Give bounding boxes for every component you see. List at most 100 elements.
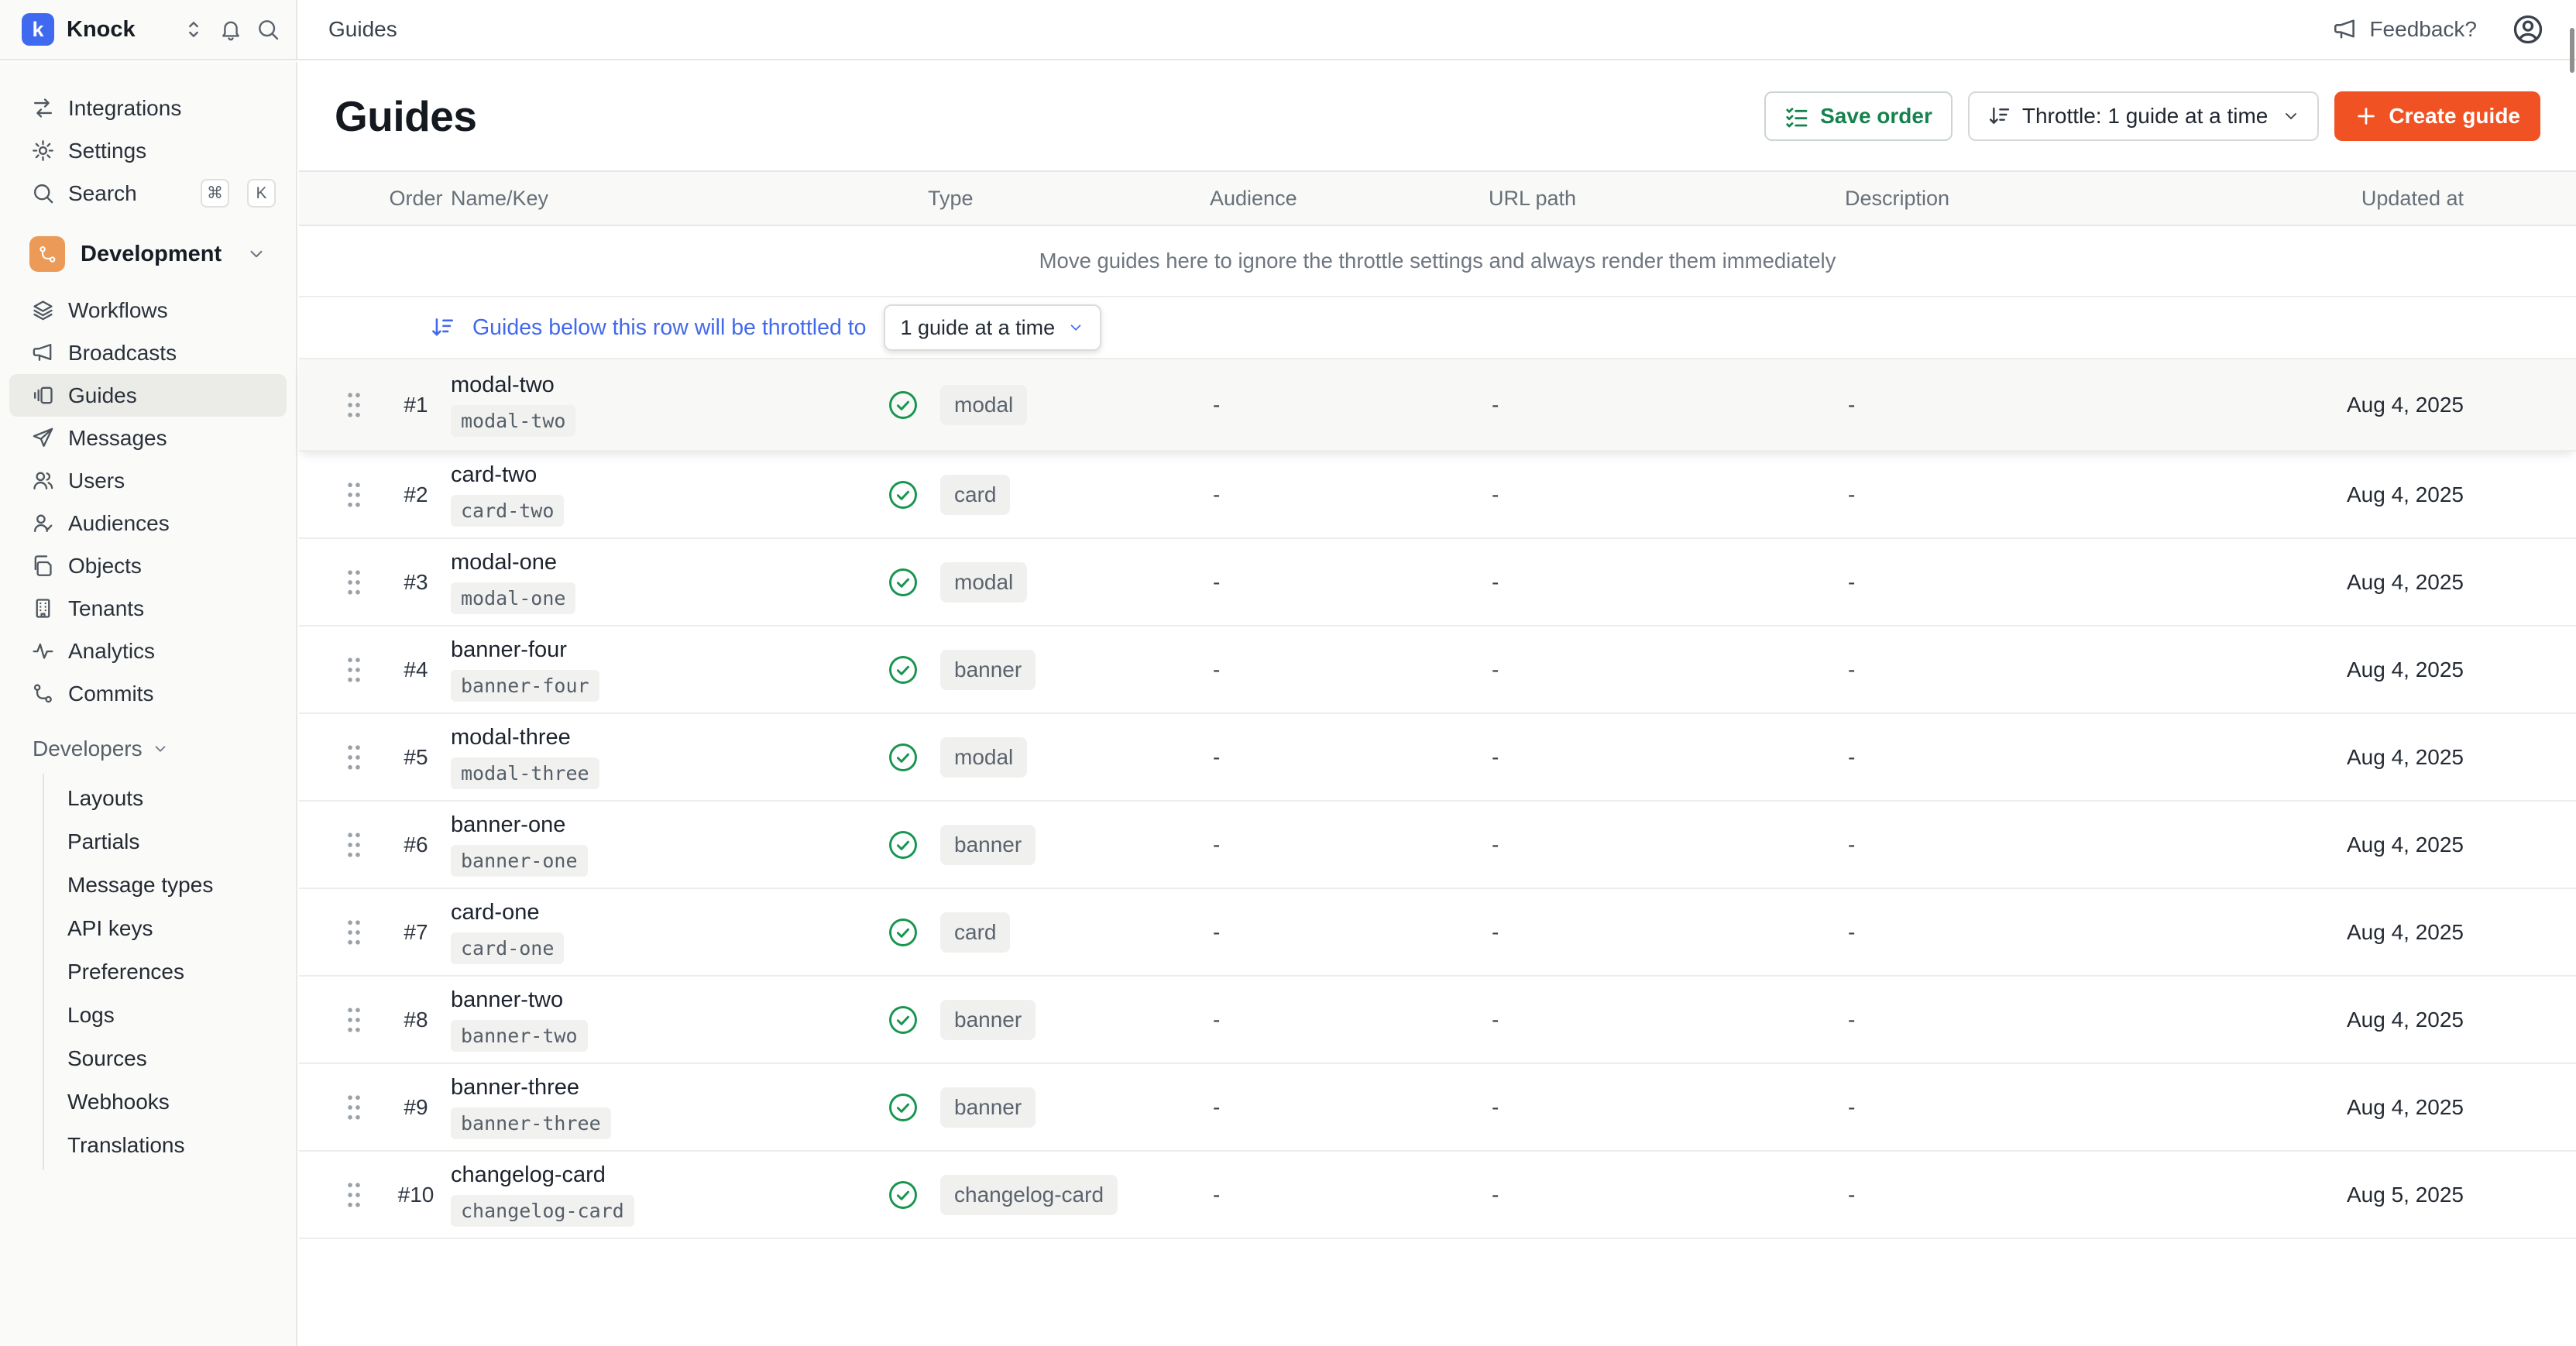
main-content: Guides Save order Throttle: 1 guide at a… [299, 62, 2576, 1346]
environment-switcher[interactable]: Development [9, 230, 287, 278]
search-icon[interactable] [256, 17, 280, 42]
drag-handle-icon[interactable] [341, 742, 367, 773]
chevron-down-icon [1067, 319, 1084, 336]
guide-row[interactable]: #1 modal-two modal-two modal - - - Aug 4… [299, 359, 2576, 452]
developers-group-toggle[interactable]: Developers [0, 729, 296, 769]
guide-row[interactable]: #6 banner-one banner-one banner - - - Au… [299, 802, 2576, 889]
sidebar-item-icon [31, 554, 55, 578]
sidebar-subitem[interactable]: API keys [44, 907, 296, 950]
guide-row[interactable]: #9 banner-three banner-three banner - - … [299, 1064, 2576, 1152]
sidebar-item[interactable]: Audiences [9, 502, 287, 544]
guide-key-badge: banner-three [451, 1107, 611, 1139]
knock-logo[interactable]: k [22, 13, 54, 46]
user-avatar-icon[interactable] [2511, 12, 2545, 46]
sidebar-item[interactable]: Broadcasts [9, 331, 287, 374]
guide-name[interactable]: card-one [451, 900, 539, 925]
guide-name[interactable]: card-two [451, 462, 537, 488]
drag-handle-icon[interactable] [341, 917, 367, 948]
sidebar-subitem[interactable]: Layouts [44, 777, 296, 820]
guide-row[interactable]: #10 changelog-card changelog-card change… [299, 1152, 2576, 1239]
guide-name[interactable]: banner-four [451, 637, 567, 663]
guide-order: #9 [381, 1095, 451, 1120]
sidebar-item-settings[interactable]: Settings [9, 129, 287, 172]
guide-url-path: - [1473, 570, 1829, 595]
guide-name[interactable]: banner-three [451, 1075, 579, 1100]
search-icon [31, 181, 55, 205]
plus-icon [2354, 105, 2378, 128]
guide-row[interactable]: #3 modal-one modal-one modal - - - Aug 4… [299, 539, 2576, 627]
workspace-switcher-icon[interactable] [181, 17, 206, 42]
sidebar-subitem[interactable]: Message types [44, 864, 296, 907]
drag-handle-icon[interactable] [341, 829, 367, 860]
sidebar-item[interactable]: Analytics [9, 630, 287, 672]
sidebar-item-label: Settings [68, 139, 146, 163]
sidebar-item[interactable]: Tenants [9, 587, 287, 630]
sidebar-subitem-label: Layouts [67, 786, 143, 811]
workspace-name: Knock [67, 17, 169, 43]
guide-name[interactable]: banner-one [451, 812, 565, 838]
breadcrumb[interactable]: Guides [328, 17, 397, 42]
developers-group-label: Developers [33, 737, 143, 761]
guide-row[interactable]: #7 card-one card-one card - - - Aug 4, 2… [299, 889, 2576, 977]
drag-handle-icon[interactable] [341, 1179, 367, 1210]
throttle-divider-row: Guides below this row will be throttled … [299, 297, 2576, 359]
sidebar-item[interactable]: Guides [9, 374, 287, 417]
status-check-circle-icon [886, 1003, 920, 1037]
environment-name: Development [81, 242, 231, 267]
guide-row[interactable]: #2 card-two card-two card - - - Aug 4, 2… [299, 452, 2576, 539]
sidebar-item[interactable]: Messages [9, 417, 287, 459]
drag-handle-icon[interactable] [341, 654, 367, 685]
drag-handle-icon[interactable] [341, 1004, 367, 1035]
guide-description: - [1829, 833, 2186, 857]
guide-name-cell: modal-one modal-one [451, 550, 877, 614]
notifications-bell-icon[interactable] [218, 17, 243, 42]
drag-handle-icon[interactable] [341, 1092, 367, 1123]
sidebar-item[interactable]: Objects [9, 544, 287, 587]
guide-row[interactable]: #4 banner-four banner-four banner - - - … [299, 627, 2576, 714]
guide-order: #7 [381, 920, 451, 945]
guide-audience: - [1194, 570, 1473, 595]
drag-handle-icon[interactable] [341, 390, 367, 421]
guide-order: #5 [381, 745, 451, 770]
developers-sub-nav: Layouts Partials Message types API keys … [43, 774, 296, 1170]
guide-updated-at: Aug 4, 2025 [2186, 833, 2576, 857]
guide-type-cell: banner [877, 825, 1194, 865]
guide-updated-at: Aug 4, 2025 [2186, 393, 2576, 417]
sidebar-item[interactable]: Commits [9, 672, 287, 715]
sidebar-subitem[interactable]: Translations [44, 1124, 296, 1167]
sidebar-subitem[interactable]: Sources [44, 1037, 296, 1080]
sidebar-subitem[interactable]: Webhooks [44, 1080, 296, 1124]
guides-table: Order Name/Key Type Audience URL path De… [299, 170, 2576, 1239]
save-order-button[interactable]: Save order [1764, 91, 1953, 141]
guide-name[interactable]: modal-two [451, 373, 555, 398]
guide-row[interactable]: #5 modal-three modal-three modal - - - A… [299, 714, 2576, 802]
throttle-dropdown-button[interactable]: Throttle: 1 guide at a time [1968, 91, 2320, 141]
guide-type-cell: banner [877, 1000, 1194, 1040]
throttle-amount-select[interactable]: 1 guide at a time [884, 304, 1102, 351]
environment-nav: Workflows Broadcasts Guides Messages Use… [0, 289, 296, 715]
guide-audience: - [1194, 833, 1473, 857]
feedback-button[interactable]: Feedback? [2332, 16, 2477, 43]
unthrottled-dropzone[interactable]: Move guides here to ignore the throttle … [299, 226, 2576, 297]
scrollbar-thumb[interactable] [2570, 28, 2574, 73]
sidebar-subitem[interactable]: Logs [44, 994, 296, 1037]
guide-updated-at: Aug 4, 2025 [2186, 1008, 2576, 1032]
drag-handle-icon[interactable] [341, 479, 367, 510]
guide-order: #4 [381, 658, 451, 682]
guide-name[interactable]: changelog-card [451, 1162, 606, 1188]
sidebar-subitem[interactable]: Partials [44, 820, 296, 864]
drag-handle-icon[interactable] [341, 567, 367, 598]
sidebar-subitem[interactable]: Preferences [44, 950, 296, 994]
create-guide-button[interactable]: Create guide [2334, 91, 2540, 141]
guide-updated-at: Aug 4, 2025 [2186, 658, 2576, 682]
guide-name-cell: card-one card-one [451, 900, 877, 964]
sidebar-item-integrations[interactable]: Integrations [9, 87, 287, 129]
sidebar-item[interactable]: Workflows [9, 289, 287, 331]
guide-name[interactable]: modal-one [451, 550, 557, 575]
guide-row[interactable]: #8 banner-two banner-two banner - - - Au… [299, 977, 2576, 1064]
sidebar-item[interactable]: Users [9, 459, 287, 502]
guide-name[interactable]: modal-three [451, 725, 571, 750]
guide-name[interactable]: banner-two [451, 987, 563, 1013]
guide-name-cell: changelog-card changelog-card [451, 1162, 877, 1227]
sidebar-item-search[interactable]: Search ⌘ K [9, 172, 287, 215]
